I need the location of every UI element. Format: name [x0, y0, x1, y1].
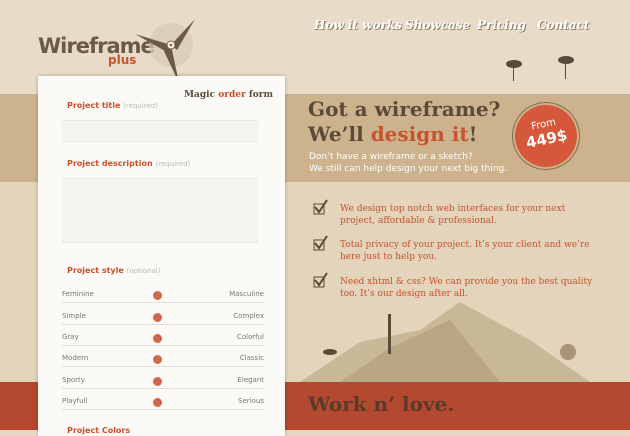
slider-sporty-elegant[interactable]: Sporty Elegant [62, 376, 264, 389]
project-style-label: Project style (optional) [67, 266, 161, 275]
nav-contact[interactable]: Contact [537, 18, 589, 32]
slider-handle[interactable] [153, 398, 162, 407]
form-title: Magic order form [184, 90, 273, 100]
project-colors-label: Project Colors [67, 426, 131, 435]
feature-item: We design top notch web interfaces for y… [340, 204, 566, 226]
headline-line1: Got a wireframe? [308, 97, 501, 121]
slider-handle[interactable] [153, 313, 162, 322]
feature-item: Total privacy of your project. It’s your… [340, 240, 590, 262]
project-title-label: Project title (required) [67, 101, 158, 110]
order-form: Magic order form Project title (required… [38, 76, 285, 436]
checkmark-icon [313, 199, 328, 215]
slider-modern-classic[interactable]: Modern Classic [62, 354, 264, 367]
mountain-illustration [300, 302, 590, 382]
footer-title: Work n’ love. [308, 392, 455, 416]
checkmark-icon [313, 235, 328, 251]
nav-pricing[interactable]: Pricing [477, 18, 526, 32]
birds-decoration [506, 56, 574, 81]
slider-handle[interactable] [153, 377, 162, 386]
slider-playfull-serious[interactable]: Playfull Serious [62, 397, 264, 410]
nav-showcase[interactable]: Showcase [405, 18, 470, 32]
nav-how-it-works[interactable]: How it works [314, 18, 402, 32]
slider-gray-colorful[interactable]: Gray Colorful [62, 333, 264, 346]
project-title-input[interactable] [62, 120, 258, 142]
feature-item: Need xhtml & css? We can provide you the… [340, 277, 593, 299]
hero-headline: Got a wireframe? We’ll design it! [308, 97, 500, 147]
slider-simple-complex[interactable]: Simple Complex [62, 312, 264, 325]
headline-line2: We’ll design it! [308, 122, 478, 146]
project-description-textarea[interactable] [62, 178, 258, 243]
hero-subtext: Don’t have a wireframe or a sketch? We st… [309, 152, 508, 174]
project-description-label: Project description (required) [67, 159, 191, 168]
slider-handle[interactable] [153, 291, 162, 300]
checkmark-icon [313, 272, 328, 288]
slider-handle[interactable] [153, 334, 162, 343]
slider-feminine-masculine[interactable]: Feminine Masculine [62, 290, 264, 303]
slider-handle[interactable] [153, 355, 162, 364]
